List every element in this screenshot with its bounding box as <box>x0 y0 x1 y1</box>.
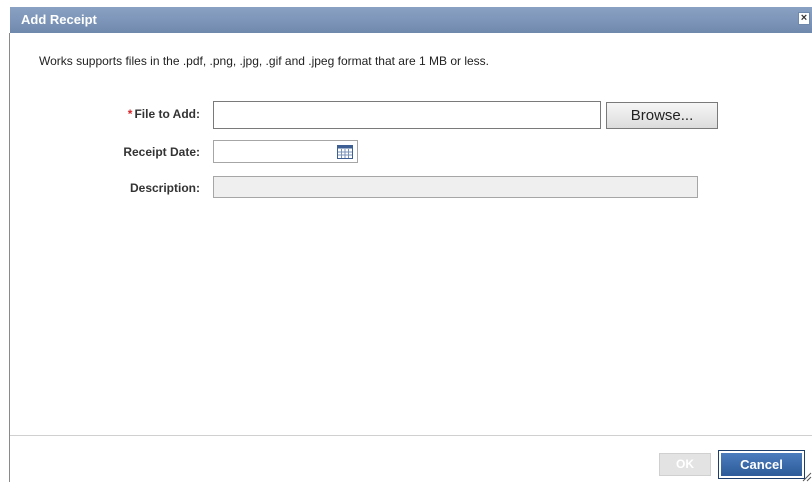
add-receipt-dialog: Add Receipt × Works supports files in th… <box>0 0 812 482</box>
cancel-button-label: Cancel <box>721 453 802 476</box>
file-to-add-label-text: File to Add: <box>134 107 200 121</box>
browse-button[interactable]: Browse... <box>606 102 718 129</box>
close-icon[interactable]: × <box>798 12 810 25</box>
required-marker: * <box>127 107 133 121</box>
dialog-title: Add Receipt <box>21 12 97 27</box>
footer-divider <box>10 435 812 436</box>
resize-grip-icon[interactable] <box>800 470 812 482</box>
file-to-add-label: * File to Add: <box>0 107 200 121</box>
receipt-date-label: Receipt Date: <box>123 145 200 159</box>
file-path-input[interactable] <box>213 101 601 129</box>
cancel-button[interactable]: Cancel <box>718 450 805 479</box>
top-strip <box>0 0 812 6</box>
dialog-titlebar[interactable]: Add Receipt × <box>10 7 812 33</box>
supported-formats-text: Works supports files in the .pdf, .png, … <box>39 54 489 68</box>
ok-button[interactable]: OK <box>659 453 711 476</box>
dialog-left-border <box>9 33 10 482</box>
description-label: Description: <box>129 181 200 195</box>
calendar-icon[interactable] <box>337 145 353 159</box>
receipt-date-input[interactable] <box>213 140 358 163</box>
description-input[interactable] <box>213 176 698 198</box>
